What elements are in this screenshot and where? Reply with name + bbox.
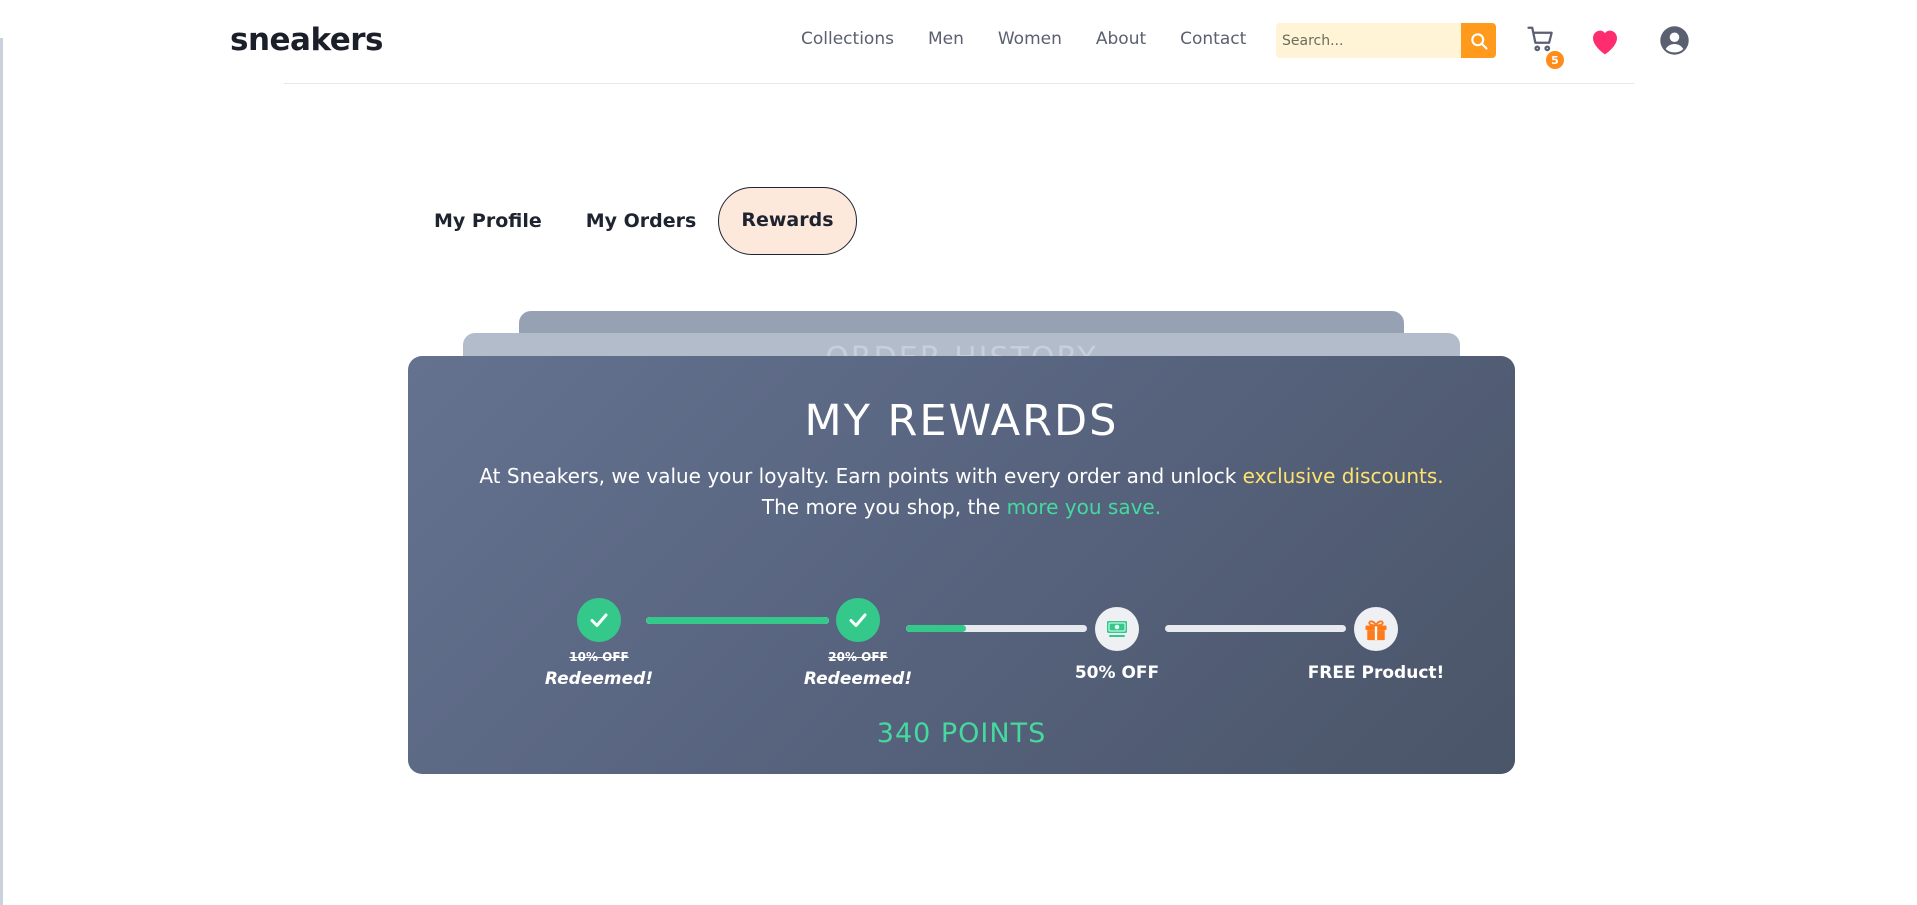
nav-contact[interactable]: Contact	[1180, 29, 1246, 49]
desc-highlight-save: more you save.	[1006, 495, 1162, 519]
step-2-circle	[836, 598, 880, 642]
progress-fill-2	[906, 625, 966, 632]
user-icon	[1660, 26, 1689, 55]
cart-count-badge: 5	[1546, 51, 1564, 69]
window-edge	[0, 38, 3, 905]
step-3-circle	[1095, 607, 1139, 651]
desc-highlight-exclusive: exclusive discounts.	[1242, 464, 1444, 488]
tab-my-orders[interactable]: My Orders	[564, 187, 719, 255]
points-total: 340 POINTS	[876, 718, 1047, 749]
step-3-label: 50% OFF	[1074, 663, 1160, 683]
search-icon	[1470, 32, 1488, 50]
check-icon	[849, 613, 867, 627]
account-tabs: My Profile My Orders Rewards	[412, 187, 857, 255]
account-button[interactable]	[1659, 25, 1690, 61]
progress-fill-1	[646, 617, 829, 624]
cash-icon	[1107, 621, 1127, 637]
progress-bar-2	[906, 625, 1087, 632]
step-1-label: 10% OFF	[569, 650, 629, 664]
step-1-circle	[577, 598, 621, 642]
search-input[interactable]	[1276, 23, 1461, 58]
step-4-label: FREE Product!	[1307, 663, 1445, 683]
cart-icon	[1527, 26, 1553, 52]
step-2-label: 20% OFF	[828, 650, 888, 664]
tab-rewards[interactable]: Rewards	[718, 187, 857, 255]
heart-icon	[1593, 30, 1617, 55]
tab-my-profile[interactable]: My Profile	[412, 187, 564, 255]
desc-text-2: The more you shop, the	[761, 495, 1007, 519]
main-nav: Collections Men Women About Contact	[801, 29, 1280, 49]
rewards-title: MY REWARDS	[804, 396, 1119, 446]
site-logo[interactable]: sneakers	[230, 22, 384, 58]
rewards-card: MY REWARDS At Sneakers, we value your lo…	[408, 356, 1515, 774]
search-button[interactable]	[1461, 23, 1496, 58]
wishlist-button[interactable]	[1589, 26, 1621, 61]
nav-collections[interactable]: Collections	[801, 29, 894, 49]
step-1-status: Redeemed!	[544, 669, 654, 689]
rewards-description: At Sneakers, we value your loyalty. Earn…	[408, 461, 1515, 523]
header-divider	[284, 83, 1634, 84]
gift-icon	[1365, 620, 1387, 641]
cart-button[interactable]: 5	[1526, 24, 1564, 69]
nav-men[interactable]: Men	[928, 29, 964, 49]
search-box	[1276, 23, 1496, 58]
progress-bar-3	[1165, 625, 1346, 632]
nav-women[interactable]: Women	[998, 29, 1062, 49]
check-icon	[590, 613, 608, 627]
step-2-status: Redeemed!	[803, 669, 913, 689]
desc-text-1: At Sneakers, we value your loyalty. Earn…	[479, 464, 1243, 488]
progress-bar-1	[646, 617, 829, 624]
step-4-circle	[1354, 607, 1398, 651]
site-header: sneakers Collections Men Women About Con…	[0, 0, 1917, 84]
nav-about[interactable]: About	[1096, 29, 1146, 49]
